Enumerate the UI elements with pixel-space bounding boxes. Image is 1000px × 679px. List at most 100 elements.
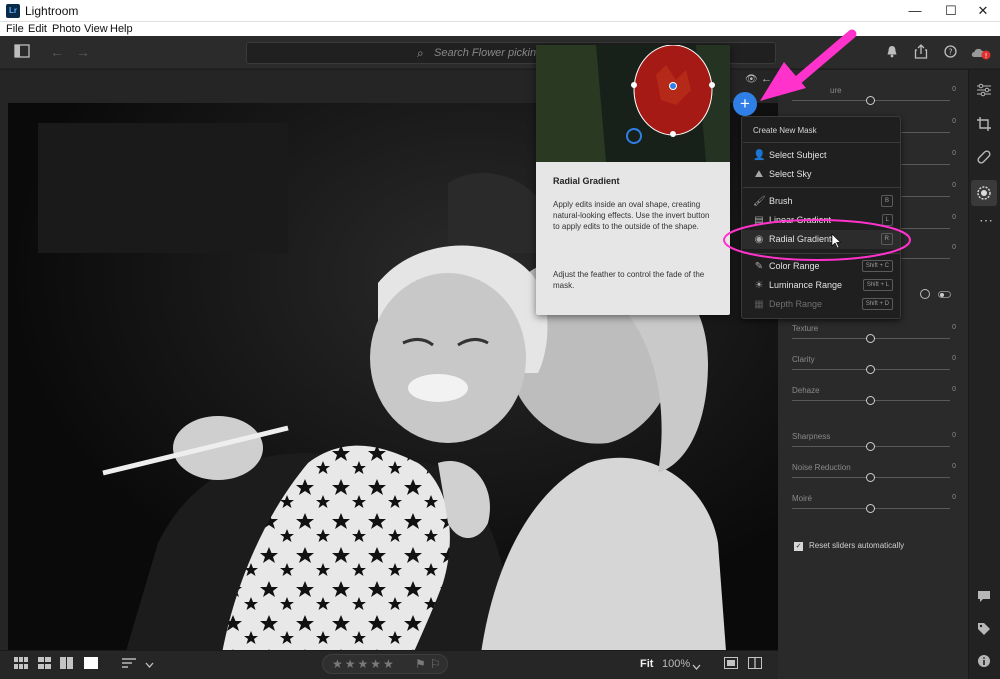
tool-rail: ⋯ [968,70,1000,679]
slider-label: ure [830,86,842,95]
color-swatch-icon[interactable] [920,289,930,299]
slider-value: 0 [952,214,956,221]
minimize-button[interactable]: — [898,0,932,22]
menu-view[interactable]: View [84,22,108,36]
panel-toggle-icon[interactable] [14,44,30,61]
slider-knob[interactable] [866,96,875,105]
compare-view-icon[interactable] [60,657,73,672]
zoom-level[interactable]: 100% [662,658,690,670]
sky-icon: ⛰ [754,169,764,180]
title-bar: Lr Lightroom — ☐ ✕ [0,0,1000,22]
lightroom-window: Lr Lightroom — ☐ ✕ File Edit Photo View … [0,0,1000,679]
depth-range-icon: ▦ [754,299,764,310]
slider-value-dehaze: 0 [952,386,956,393]
crop-icon[interactable] [977,117,991,134]
slider-sharpness[interactable]: Sharpness 0 [792,432,956,456]
slider-dehaze[interactable]: Dehaze 0 [792,386,956,410]
menu-help[interactable]: Help [110,22,133,36]
menu-edit[interactable]: Edit [28,22,47,36]
slider-knob[interactable] [866,442,875,451]
slider-knob[interactable] [866,504,875,513]
star-rating[interactable]: ★★★★★ ⚑ ⚐ [322,654,448,674]
slider-label-dehaze: Dehaze [792,386,820,395]
tooltip-description: Apply edits inside an oval shape, creati… [553,200,710,231]
slider-knob[interactable] [866,334,875,343]
help-icon[interactable]: ? [944,45,957,61]
collapse-arrow-icon[interactable]: ← [761,73,772,85]
menu-item-label: Linear Gradient [769,215,832,225]
slider-row-partial[interactable]: ure 0 [792,86,956,110]
info-icon[interactable] [977,654,991,671]
rating-stars[interactable]: ★★★★★ [332,657,396,671]
comments-icon[interactable] [977,590,991,606]
more-options-icon[interactable]: ⋯ [979,212,993,229]
slider-moire[interactable]: Moiré 0 [792,494,956,518]
slider-knob[interactable] [866,473,875,482]
sort-icon[interactable] [122,657,136,672]
flag-reject-icon[interactable]: ⚐ [430,655,441,673]
slider-value: 0 [952,244,956,251]
lightroom-logo-icon: Lr [6,4,20,18]
menu-item-linear-gradient[interactable]: ▤ Linear Gradient L [742,211,900,230]
menu-item-label: Brush [769,196,793,206]
grid-view-icon[interactable] [14,657,28,672]
add-mask-button[interactable]: + [733,92,757,116]
zoom-chevron-icon[interactable] [692,659,701,674]
top-toolbar: ← → ⌕ Search Flower picking ? ! [0,36,1000,69]
toggle-switch[interactable] [938,291,951,298]
menu-item-radial-gradient[interactable]: ◉ Radial Gradient R [742,230,900,249]
slider-value: 0 [952,118,956,125]
crop-view-icon[interactable] [724,657,738,672]
menu-file[interactable]: File [6,22,24,36]
before-after-icon[interactable] [748,657,762,672]
bell-icon[interactable] [886,45,898,61]
menu-item-select-subject[interactable]: 👤 Select Subject [742,146,900,165]
menu-divider [743,187,900,188]
shortcut-badge: R [880,233,893,245]
back-arrow-icon[interactable]: ← [50,44,64,60]
fit-button[interactable]: Fit [640,658,653,670]
menu-item-color-range[interactable]: ✎ Color Range Shift + C [742,257,900,276]
share-icon[interactable] [914,44,928,62]
menu-item-label: Radial Gradient [769,234,832,244]
menu-divider [743,253,900,254]
menu-item-brush[interactable]: 🖌 Brush B [742,192,900,211]
chevron-down-icon[interactable] [145,657,154,672]
close-button[interactable]: ✕ [966,0,1000,22]
menu-item-label: Select Sky [769,169,812,179]
edit-sliders-icon[interactable] [977,83,991,100]
slider-label-texture: Texture [792,324,819,333]
slider-value-sharpness: 0 [952,432,956,439]
slider-label-sharpness: Sharpness [792,432,831,441]
slider-clarity[interactable]: Clarity 0 [792,355,956,379]
checkbox-check-icon[interactable]: ✓ [794,542,803,551]
window-title: Lightroom [25,4,79,18]
healing-bandage-icon[interactable] [977,150,991,167]
tooltip-title: Radial Gradient [553,176,620,186]
slider-value: 0 [952,86,956,93]
square-grid-icon[interactable] [38,657,51,672]
menu-item-label: Select Subject [769,150,827,160]
menu-photo[interactable]: Photo [52,22,81,36]
flag-pick-icon[interactable]: ⚑ [415,655,426,673]
slider-knob[interactable] [866,396,875,405]
masking-icon[interactable] [977,186,991,203]
forward-arrow-icon[interactable]: → [76,44,90,60]
linear-gradient-icon: ▤ [754,215,764,226]
slider-texture[interactable]: Texture 0 [792,324,956,348]
maximize-button[interactable]: ☐ [934,0,968,22]
slider-label-noise-reduction: Noise Reduction [792,463,851,472]
menu-item-luminance-range[interactable]: ☀ Luminance Range Shift + L [742,276,900,295]
menu-item-select-sky[interactable]: ⛰ Select Sky [742,165,900,184]
search-placeholder: Search Flower picking [434,47,543,59]
visibility-eye-icon[interactable]: 👁 [745,74,758,85]
cloud-sync-icon[interactable]: ! [970,45,992,64]
shortcut-badge: Shift + L [862,279,893,291]
tag-icon[interactable] [977,622,991,639]
create-mask-menu: Create New Mask 👤 Select Subject ⛰ Selec… [741,116,901,319]
menu-item-depth-range[interactable]: ▦ Depth Range Shift + D [742,295,900,314]
detail-view-icon[interactable] [84,657,98,672]
slider-knob[interactable] [866,365,875,374]
slider-noise-reduction[interactable]: Noise Reduction 0 [792,463,956,487]
menu-item-label: Color Range [769,261,820,271]
